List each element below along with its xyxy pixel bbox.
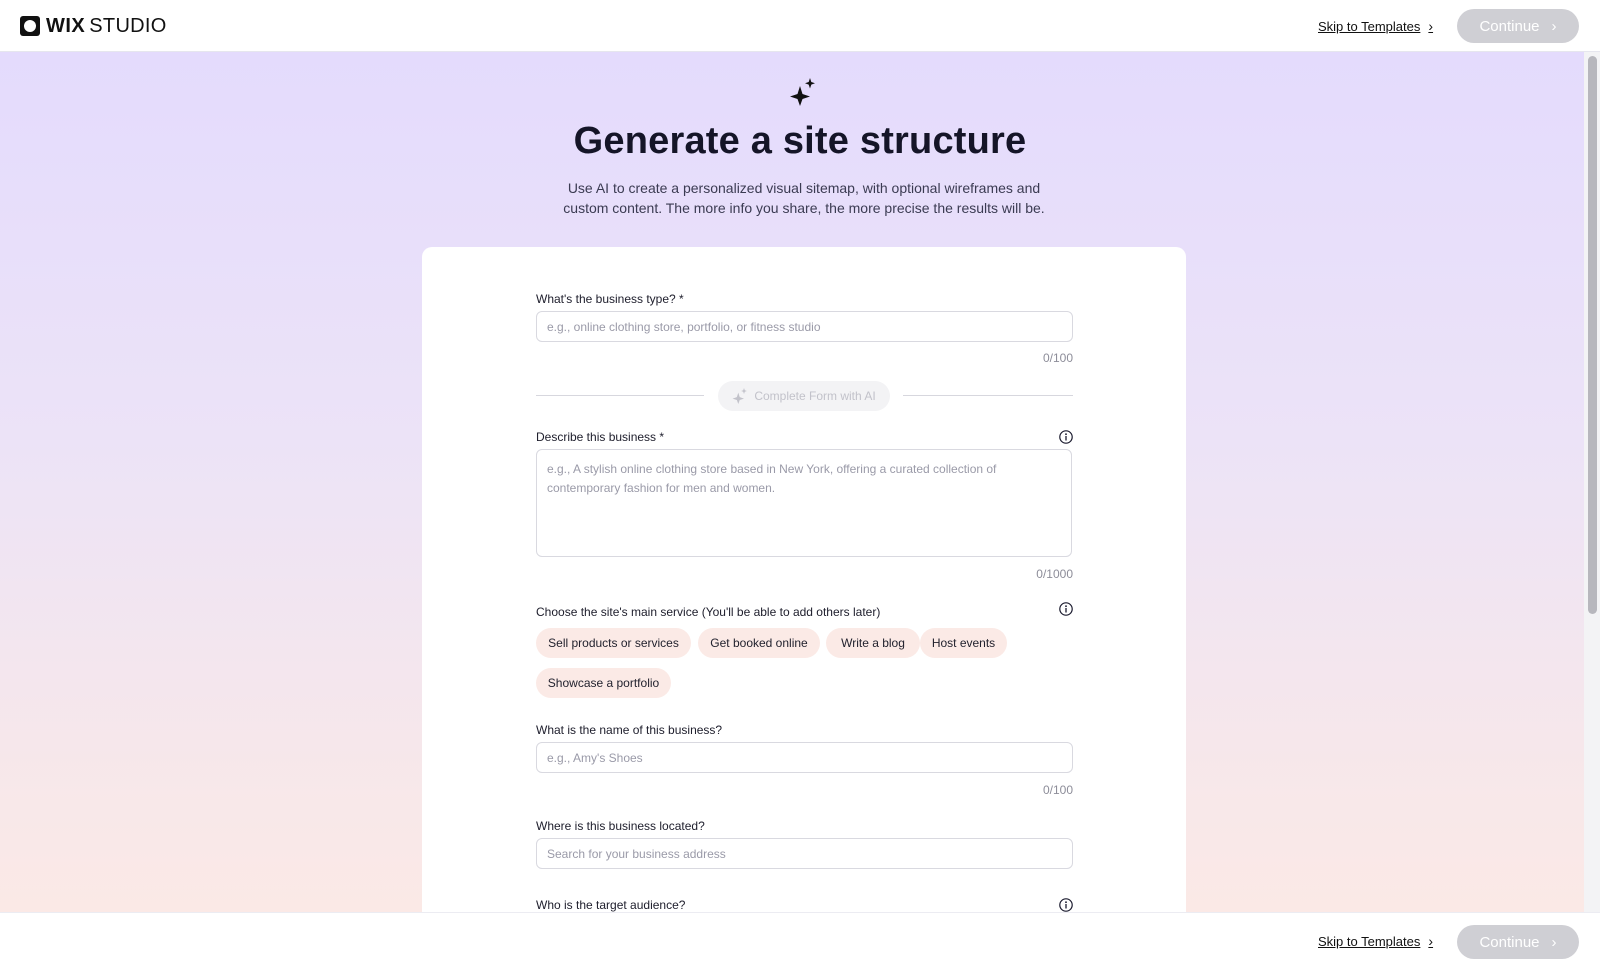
bottom-bar: Skip to Templates › Continue › xyxy=(0,912,1600,966)
complete-form-with-ai-button[interactable]: Complete Form with AI xyxy=(718,381,890,411)
sparkle-icon xyxy=(790,78,815,106)
page-title: Generate a site structure xyxy=(573,120,1027,162)
continue-button[interactable]: Continue › xyxy=(1457,9,1579,43)
service-chip-blog[interactable]: Write a blog xyxy=(826,628,920,658)
description-counter: 0/1000 xyxy=(1036,567,1073,581)
description-label: Describe this business * xyxy=(536,430,665,444)
top-bar: WIX STUDIO Skip to Templates › Continue … xyxy=(0,0,1600,52)
logo-studio-text: STUDIO xyxy=(89,14,167,37)
chevron-right-icon: › xyxy=(1551,933,1557,951)
service-chip-portfolio[interactable]: Showcase a portfolio xyxy=(536,668,671,698)
chevron-right-icon: › xyxy=(1428,18,1434,34)
business-type-label: What's the business type? * xyxy=(536,292,684,306)
chevron-right-icon: › xyxy=(1551,17,1557,35)
audience-label: Who is the target audience? xyxy=(536,898,686,912)
chevron-right-icon: › xyxy=(1428,933,1434,949)
complete-form-with-ai-label: Complete Form with AI xyxy=(754,389,876,403)
main-service-label: Choose the site's main service (You'll b… xyxy=(536,605,881,619)
service-chip-sell[interactable]: Sell products or services xyxy=(536,628,691,658)
continue-label: Continue xyxy=(1479,17,1540,35)
divider-left xyxy=(536,395,704,396)
location-label: Where is this business located? xyxy=(536,819,705,833)
business-type-counter: 0/100 xyxy=(1042,351,1073,365)
skip-to-templates-label: Skip to Templates xyxy=(1318,18,1421,34)
info-icon[interactable] xyxy=(1059,602,1073,616)
description-textarea[interactable] xyxy=(536,449,1072,557)
page-subtitle: Use AI to create a personalized visual s… xyxy=(563,180,1045,216)
business-name-counter: 0/100 xyxy=(1042,783,1073,797)
service-chip-events[interactable]: Host events xyxy=(920,628,1007,658)
info-icon[interactable] xyxy=(1059,898,1073,912)
business-name-input[interactable] xyxy=(536,742,1073,773)
logo-wix-text: WIX xyxy=(46,14,86,37)
business-type-input[interactable] xyxy=(536,311,1073,342)
skip-to-templates-link[interactable]: Skip to Templates › xyxy=(1318,18,1433,34)
info-icon[interactable] xyxy=(1059,430,1073,444)
skip-to-templates-link-bottom[interactable]: Skip to Templates › xyxy=(1318,933,1433,949)
skip-to-templates-label: Skip to Templates xyxy=(1318,933,1421,949)
logo-mark-icon xyxy=(20,16,40,36)
location-input[interactable] xyxy=(536,838,1073,869)
divider-right xyxy=(903,395,1073,396)
sparkle-icon xyxy=(732,388,748,404)
business-name-label: What is the name of this business? xyxy=(536,723,723,737)
continue-button-bottom[interactable]: Continue › xyxy=(1457,925,1579,959)
wix-studio-logo[interactable]: WIX STUDIO xyxy=(20,15,167,37)
continue-label: Continue xyxy=(1479,933,1540,951)
service-chip-booked[interactable]: Get booked online xyxy=(698,628,820,658)
